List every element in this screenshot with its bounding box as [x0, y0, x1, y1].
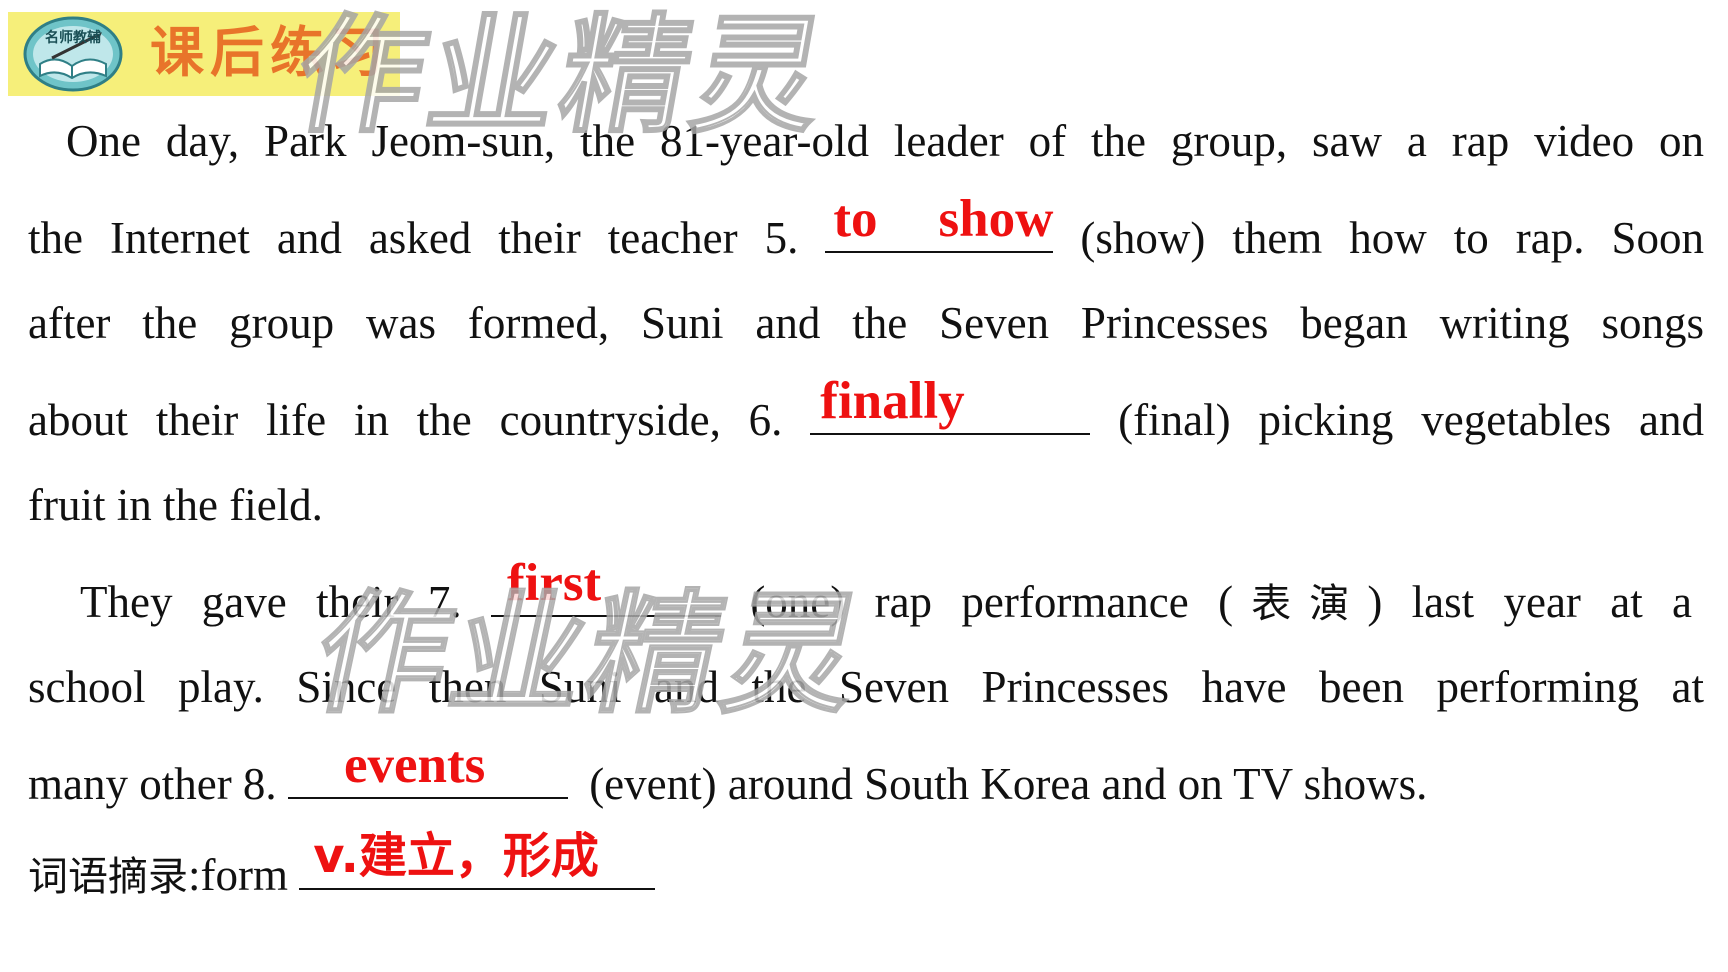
logo-text: 名师教辅	[45, 29, 101, 46]
fill-blank-5[interactable]: to show	[825, 187, 1054, 253]
section-title: 课后练习	[150, 21, 390, 84]
line-text: (show) them how to rap. Soon	[1080, 213, 1704, 263]
paragraph-line: many other 8. events (event) around Sout…	[28, 733, 1704, 830]
line-text: the Internet and asked their teacher 5.	[28, 213, 799, 263]
line-text: about their life in the countryside, 6.	[28, 395, 783, 445]
answer-text: first	[506, 554, 602, 612]
line-text: (final) picking vegetables and	[1118, 395, 1705, 445]
line-text: (one) rap performance (	[750, 577, 1234, 627]
vocab-line: 词语摘录:form v.建立，形成	[28, 824, 1704, 923]
paragraph-line: school play. Since then Suni and the Sev…	[28, 642, 1704, 733]
paragraph-line: fruit in the field.	[28, 460, 1704, 551]
answer-text: finally	[820, 372, 965, 430]
paragraph-line: One day, Park Jeom-sun, the 81-year-old …	[66, 96, 1704, 187]
line-text: after the group was formed, Suni and the…	[28, 298, 1704, 348]
paragraph-line: They gave their 7. first (one) rap perfo…	[80, 551, 1692, 650]
vocab-label: 词语摘录	[28, 854, 188, 900]
line-text: They gave their 7.	[80, 577, 462, 627]
line-text: One day, Park Jeom-sun, the 81-year-old …	[66, 116, 1704, 166]
vocab-word: :form	[188, 850, 288, 900]
line-text: fruit in the field.	[28, 480, 323, 530]
answer-text: v.建立，形成	[313, 828, 599, 884]
fill-blank-8[interactable]: events	[287, 733, 568, 799]
paragraph-line: about their life in the countryside, 6. …	[28, 369, 1704, 466]
answer-text: events	[343, 736, 486, 794]
paragraph-line: the Internet and asked their teacher 5. …	[28, 187, 1704, 284]
vocab-blank[interactable]: v.建立，形成	[299, 824, 656, 890]
line-text: 表演	[1233, 581, 1368, 627]
fill-blank-7[interactable]: first	[490, 551, 721, 617]
paragraph-line: after the group was formed, Suni and the…	[28, 278, 1704, 369]
line-text: many other 8.	[28, 759, 277, 809]
fill-blank-6[interactable]: finally	[810, 369, 1091, 435]
open-book-with-pen-icon: 名师教辅	[23, 16, 123, 92]
line-text: (event) around South Korea and on TV sho…	[589, 759, 1428, 809]
line-text: ) last year at a	[1367, 577, 1693, 627]
answer-text: to show	[833, 190, 1054, 248]
line-text: school play. Since then Suni and the Sev…	[28, 662, 1704, 712]
